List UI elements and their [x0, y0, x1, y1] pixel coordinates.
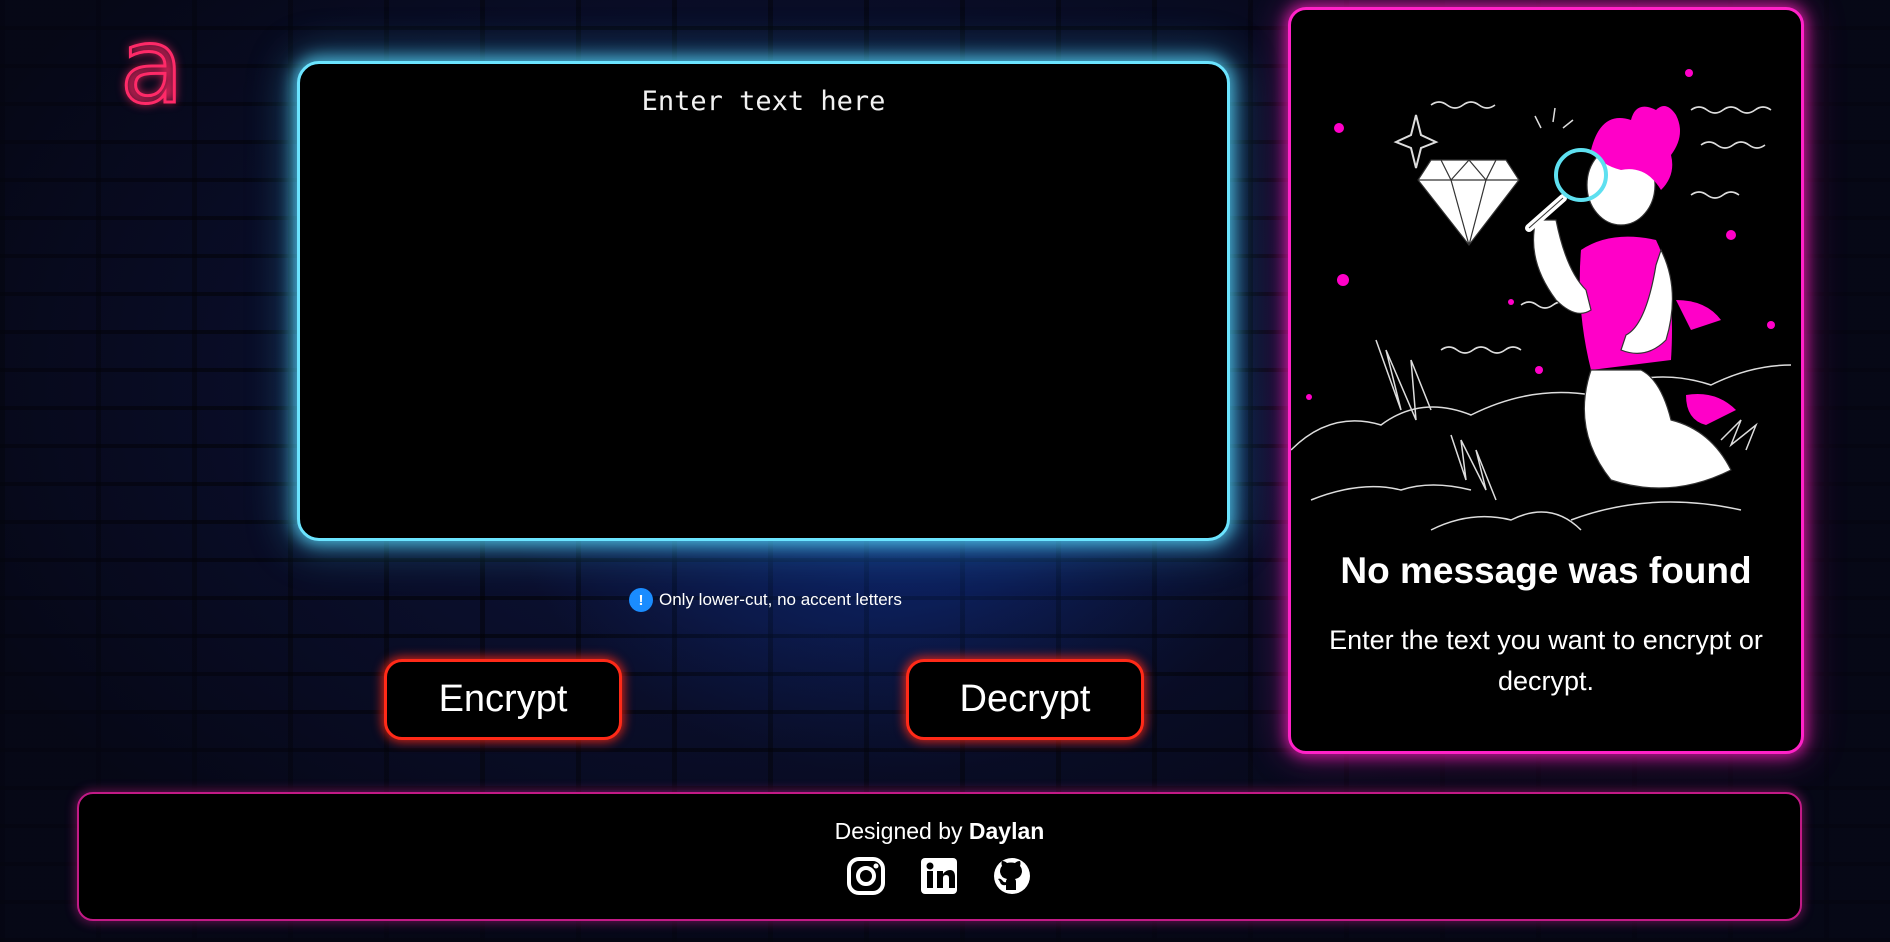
- footer-credit: Designed by Daylan: [79, 818, 1800, 845]
- author-name: Daylan: [968, 818, 1045, 844]
- person-searching-diamond-illustration: [1291, 69, 1792, 531]
- input-hint: ! Only lower-cut, no accent letters: [629, 587, 902, 613]
- result-text: Enter the text you want to encrypt or de…: [1329, 625, 1763, 696]
- result-panel: No message was found Enter the text you …: [1288, 7, 1804, 754]
- linkedin-icon[interactable]: [919, 856, 959, 896]
- social-links: [846, 856, 1032, 896]
- text-input-panel: [297, 61, 1230, 541]
- encrypt-button[interactable]: Encrypt: [384, 659, 622, 740]
- footer: Designed by Daylan: [77, 792, 1802, 921]
- credit-prefix: Designed by: [834, 818, 963, 844]
- result-title: No message was found: [1340, 550, 1752, 591]
- info-icon: !: [629, 588, 653, 612]
- hint-text: Only lower-cut, no accent letters: [659, 590, 902, 609]
- message-input[interactable]: [300, 64, 1227, 538]
- decrypt-button[interactable]: Decrypt: [906, 659, 1144, 740]
- logo: a: [119, 5, 186, 127]
- github-icon[interactable]: [992, 856, 1032, 896]
- instagram-icon[interactable]: [846, 856, 886, 896]
